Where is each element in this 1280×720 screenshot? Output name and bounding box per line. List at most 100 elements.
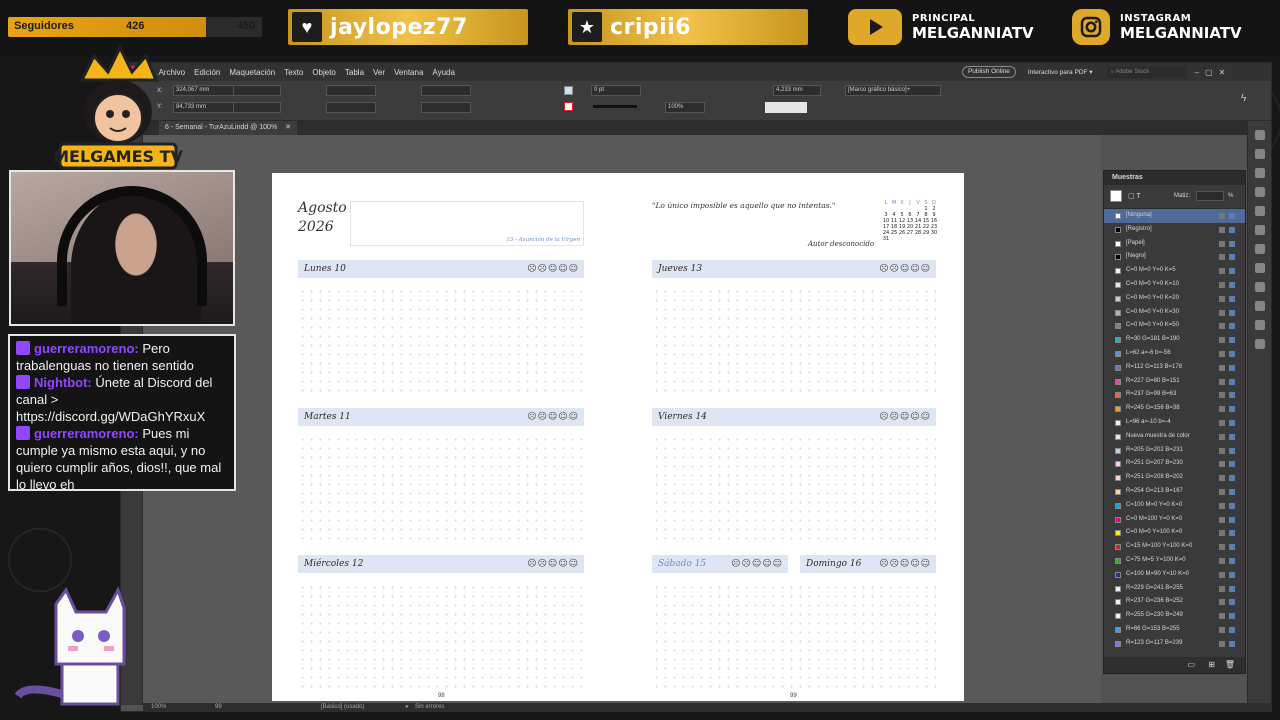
new-swatch-icon[interactable]: ⊞ bbox=[1208, 660, 1215, 669]
swatch-row[interactable]: C=0 M=0 Y=0 K=30 bbox=[1104, 306, 1245, 320]
text-format-icon[interactable]: ▢ T bbox=[1128, 192, 1141, 200]
swatch-row[interactable]: R=229 G=241 B=255 bbox=[1104, 582, 1245, 596]
swatch-row[interactable]: R=205 G=202 B=231 bbox=[1104, 444, 1245, 458]
swatches-panel-icon[interactable] bbox=[1254, 225, 1265, 235]
cc-libraries-icon[interactable] bbox=[1254, 263, 1265, 273]
zoom-percent-field[interactable]: 100% bbox=[665, 102, 705, 113]
swatch-row[interactable]: Nueva muestra de color bbox=[1104, 430, 1245, 444]
trash-icon[interactable]: 🗑 bbox=[1225, 660, 1235, 669]
swatch-row[interactable]: C=0 M=0 Y=100 K=0 bbox=[1104, 526, 1245, 540]
mood-faces-icon[interactable]: ☹☹☺☺☺ bbox=[731, 555, 783, 573]
status-page[interactable]: 99 bbox=[215, 703, 222, 712]
swatch-row[interactable]: R=251 G=208 B=202 bbox=[1104, 471, 1245, 485]
swatch-row[interactable]: C=100 M=90 Y=10 K=0 bbox=[1104, 568, 1245, 582]
left-page[interactable]: Agosto 2026 15 - Asunción de la Virgen L… bbox=[272, 173, 618, 701]
menu-edicion[interactable]: Edición bbox=[194, 68, 220, 77]
menu-ventana[interactable]: Ventana bbox=[394, 68, 423, 77]
swatch-row[interactable]: L=62 a=-6 b=-56 bbox=[1104, 347, 1245, 361]
scale-y-field[interactable] bbox=[326, 102, 376, 113]
day-header-thursday: Jueves 13 ☹☹☺☺☺ bbox=[652, 260, 936, 278]
menu-texto[interactable]: Texto bbox=[284, 68, 303, 77]
swatch-row[interactable]: [Registro] bbox=[1104, 223, 1245, 237]
mood-faces-icon[interactable]: ☹☹☺☺☺ bbox=[527, 555, 579, 573]
swatch-row[interactable]: R=227 G=80 B=151 bbox=[1104, 375, 1245, 389]
mood-faces-icon[interactable]: ☹☹☺☺☺ bbox=[879, 555, 931, 573]
object-style-select[interactable]: [Marco gráfico básico]+ bbox=[845, 85, 941, 96]
swatch-row[interactable]: C=0 M=0 Y=0 K=20 bbox=[1104, 292, 1245, 306]
color-panel-icon[interactable] bbox=[1254, 206, 1265, 216]
mood-faces-icon[interactable]: ☹☹☺☺☺ bbox=[879, 260, 931, 278]
menu-ayuda[interactable]: Ayuda bbox=[432, 68, 455, 77]
height-field[interactable] bbox=[233, 102, 281, 113]
swatch-row[interactable]: R=66 G=153 B=255 bbox=[1104, 623, 1245, 637]
gutter-field[interactable]: 4,233 mm bbox=[773, 85, 821, 96]
lightning-icon[interactable]: ϟ bbox=[1241, 93, 1246, 104]
width-field[interactable] bbox=[233, 85, 281, 96]
menu-ver[interactable]: Ver bbox=[373, 68, 385, 77]
swatch-row[interactable]: R=237 G=99 B=63 bbox=[1104, 388, 1245, 402]
status-errors[interactable]: Sin errores bbox=[415, 703, 444, 712]
mood-faces-icon[interactable]: ☹☹☺☺☺ bbox=[879, 408, 931, 426]
new-folder-icon[interactable]: ▭ bbox=[1187, 660, 1195, 669]
close-tab-icon[interactable]: ✕ bbox=[285, 124, 291, 131]
swatch-row[interactable]: R=255 G=230 B=249 bbox=[1104, 609, 1245, 623]
swatch-row[interactable]: C=15 M=100 Y=100 K=0 bbox=[1104, 540, 1245, 554]
swatch-row[interactable]: [Negro] bbox=[1104, 250, 1245, 264]
stroke-panel-icon[interactable] bbox=[1254, 187, 1265, 197]
character-panel-icon[interactable] bbox=[1254, 301, 1265, 311]
chat-username: guerreramoreno: bbox=[34, 426, 139, 441]
pathfinder-panel-icon[interactable] bbox=[1254, 339, 1265, 349]
swatch-row[interactable]: R=245 G=156 B=38 bbox=[1104, 402, 1245, 416]
swatch-type-icon bbox=[1219, 364, 1225, 371]
shear-field[interactable] bbox=[421, 102, 471, 113]
overlay-top-bar: Seguidores 426 450 ♥ jaylopez77 ★ cripii… bbox=[0, 0, 1280, 56]
swatch-row[interactable]: C=75 M=5 Y=100 K=0 bbox=[1104, 554, 1245, 568]
swatch-row[interactable]: C=0 M=0 Y=0 K=5 bbox=[1104, 264, 1245, 278]
swatch-row[interactable]: R=123 G=117 B=239 bbox=[1104, 637, 1245, 651]
stroke-type-preview[interactable] bbox=[593, 105, 637, 108]
instagram-icon bbox=[1072, 9, 1110, 45]
menu-maquetacion[interactable]: Maquetación bbox=[229, 68, 275, 77]
dot-grid-tuesday bbox=[298, 435, 584, 545]
window-controls[interactable]: –▢✕ bbox=[1195, 68, 1232, 77]
swatch-row[interactable]: [Ninguna] bbox=[1104, 209, 1245, 223]
swatch-row[interactable]: R=251 G=207 B=230 bbox=[1104, 457, 1245, 471]
swatch-row[interactable]: R=237 G=236 B=252 bbox=[1104, 595, 1245, 609]
swatch-row[interactable]: C=0 M=100 Y=0 K=0 bbox=[1104, 513, 1245, 527]
pages-panel-icon[interactable] bbox=[1254, 130, 1265, 140]
layers-panel-icon[interactable] bbox=[1254, 149, 1265, 159]
right-page[interactable]: "Lo único imposible es aquello que no in… bbox=[618, 173, 964, 701]
menu-objeto[interactable]: Objeto bbox=[312, 68, 336, 77]
menu-tabla[interactable]: Tabla bbox=[345, 68, 364, 77]
workspace-switcher[interactable]: Interactivo para PDF ▾ bbox=[1028, 68, 1093, 76]
swatch-row[interactable]: C=0 M=0 Y=0 K=10 bbox=[1104, 278, 1245, 292]
align-panel-icon[interactable] bbox=[1254, 320, 1265, 330]
scale-x-field[interactable] bbox=[326, 85, 376, 96]
status-zoom[interactable]: 100% bbox=[151, 703, 166, 712]
swatch-row[interactable]: C=100 M=0 Y=0 K=0 bbox=[1104, 499, 1245, 513]
stroke-weight-field[interactable]: 0 pt bbox=[591, 85, 641, 96]
swatch-row[interactable]: [Papel] bbox=[1104, 237, 1245, 251]
frame-fill-preview[interactable] bbox=[765, 102, 807, 113]
paragraph-panel-icon[interactable] bbox=[1254, 282, 1265, 292]
swatch-row[interactable]: R=30 G=181 B=190 bbox=[1104, 333, 1245, 347]
stock-search-input[interactable]: ⌕ Adobe Stock bbox=[1106, 66, 1185, 78]
swatch-row[interactable]: C=0 M=0 Y=0 K=50 bbox=[1104, 319, 1245, 333]
fill-swatch[interactable] bbox=[564, 86, 573, 95]
stroke-swatch[interactable] bbox=[564, 102, 573, 111]
swatch-row[interactable]: R=254 G=213 B=167 bbox=[1104, 485, 1245, 499]
notes-box: 15 - Asunción de la Virgen bbox=[350, 201, 584, 246]
tint-field[interactable] bbox=[1196, 191, 1224, 201]
publish-online-button[interactable]: Publish Online bbox=[961, 66, 1016, 78]
swatches-panel-tab[interactable]: Muestras bbox=[1104, 171, 1245, 185]
effects-panel-icon[interactable] bbox=[1254, 244, 1265, 254]
swatch-mode-icon bbox=[1229, 323, 1235, 330]
fill-stroke-proxy[interactable] bbox=[1110, 190, 1122, 202]
swatch-name: R=123 G=117 B=239 bbox=[1126, 639, 1183, 646]
rotate-field[interactable] bbox=[421, 85, 471, 96]
links-panel-icon[interactable] bbox=[1254, 168, 1265, 178]
swatch-row[interactable]: L=96 a=-10 b=-4 bbox=[1104, 416, 1245, 430]
mood-faces-icon[interactable]: ☹☹☺☺☺ bbox=[527, 260, 579, 278]
mood-faces-icon[interactable]: ☹☹☺☺☺ bbox=[527, 408, 579, 426]
swatch-row[interactable]: R=112 G=113 B=178 bbox=[1104, 361, 1245, 375]
